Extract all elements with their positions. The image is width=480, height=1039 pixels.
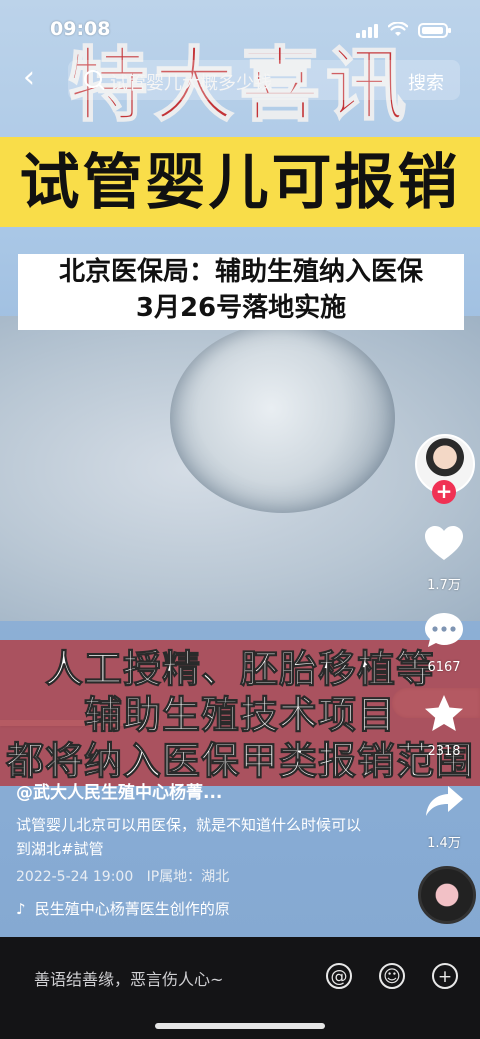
comment-bar: 善语结善缘，恶言伤人心~ @ ☺ + <box>0 937 480 1039</box>
search-button[interactable]: 搜索 <box>408 69 444 95</box>
comment-bubble-icon <box>425 613 463 647</box>
music-info[interactable]: ♪ 民生殖中心杨菁医生创作的原 <box>16 898 286 919</box>
search-icon <box>84 70 102 88</box>
egg-cell <box>170 323 395 513</box>
news-caption-line: 3月26号落地实施 <box>135 293 347 323</box>
news-caption-box: 北京医保局：辅助生殖纳入医保 3月26号落地实施 <box>18 254 464 330</box>
like-count: 1.7万 <box>427 578 461 593</box>
battery-icon <box>418 22 451 38</box>
top-nav: ‹ 试管婴儿大概多少钱 搜索 <box>0 58 480 102</box>
post-location: IP属地：湖北 <box>146 869 230 885</box>
info-band-line: 人工授精、胚胎移植等 <box>44 647 435 692</box>
post-date: 2022-5-24 19:00 <box>16 869 134 885</box>
home-indicator <box>155 1023 325 1029</box>
music-title: 民生殖中心杨菁医生创作的原 <box>34 900 230 918</box>
banner: 试管婴儿可报销 <box>0 137 480 227</box>
banner-text: 试管婴儿可报销 <box>19 148 461 218</box>
share-count: 1.4万 <box>427 836 461 851</box>
favorite-count: 2318 <box>427 744 461 759</box>
share-arrow-icon <box>426 786 463 816</box>
star-icon <box>425 695 463 731</box>
search-bar[interactable]: 试管婴儿大概多少钱 搜索 <box>68 60 460 100</box>
search-input[interactable]: 试管婴儿大概多少钱 <box>110 69 272 95</box>
comment-button[interactable]: 6167 <box>414 608 474 675</box>
author-name[interactable]: @武大人民生殖中心杨菁... <box>16 778 222 803</box>
back-arrow-icon[interactable]: ‹ <box>14 63 44 94</box>
status-bar: 09:08 <box>0 16 480 48</box>
like-button[interactable]: 1.7万 <box>414 522 474 593</box>
status-time: 09:08 <box>50 18 111 40</box>
share-button[interactable]: 1.4万 <box>414 780 474 851</box>
wifi-icon <box>388 22 408 36</box>
music-note-icon: ♪ <box>16 900 26 918</box>
heart-icon <box>425 526 463 560</box>
news-caption-line: 北京医保局：辅助生殖纳入医保 <box>58 257 423 287</box>
music-disc-icon[interactable] <box>418 866 476 924</box>
comment-count: 6167 <box>427 660 461 675</box>
favorite-button[interactable]: 2318 <box>414 692 474 759</box>
emoji-icon[interactable]: ☺ <box>379 963 405 989</box>
post-meta: 2022-5-24 19:00 IP属地：湖北 <box>16 866 229 886</box>
comment-input[interactable]: 善语结善缘，恶言伤人心~ <box>34 966 223 990</box>
follow-plus-icon[interactable]: + <box>432 480 456 504</box>
info-band: 人工授精、胚胎移植等 辅助生殖技术项目 都将纳入医保甲类报销范围 <box>0 640 480 786</box>
post-description: 试管婴儿北京可以用医保，就是不知道什么时候可以到湖北#試管 <box>16 816 362 858</box>
add-icon[interactable]: + <box>432 963 458 989</box>
at-mention-icon[interactable]: @ <box>326 963 352 989</box>
info-band-line: 辅助生殖技术项目 <box>83 693 396 738</box>
signal-icon <box>356 22 378 38</box>
